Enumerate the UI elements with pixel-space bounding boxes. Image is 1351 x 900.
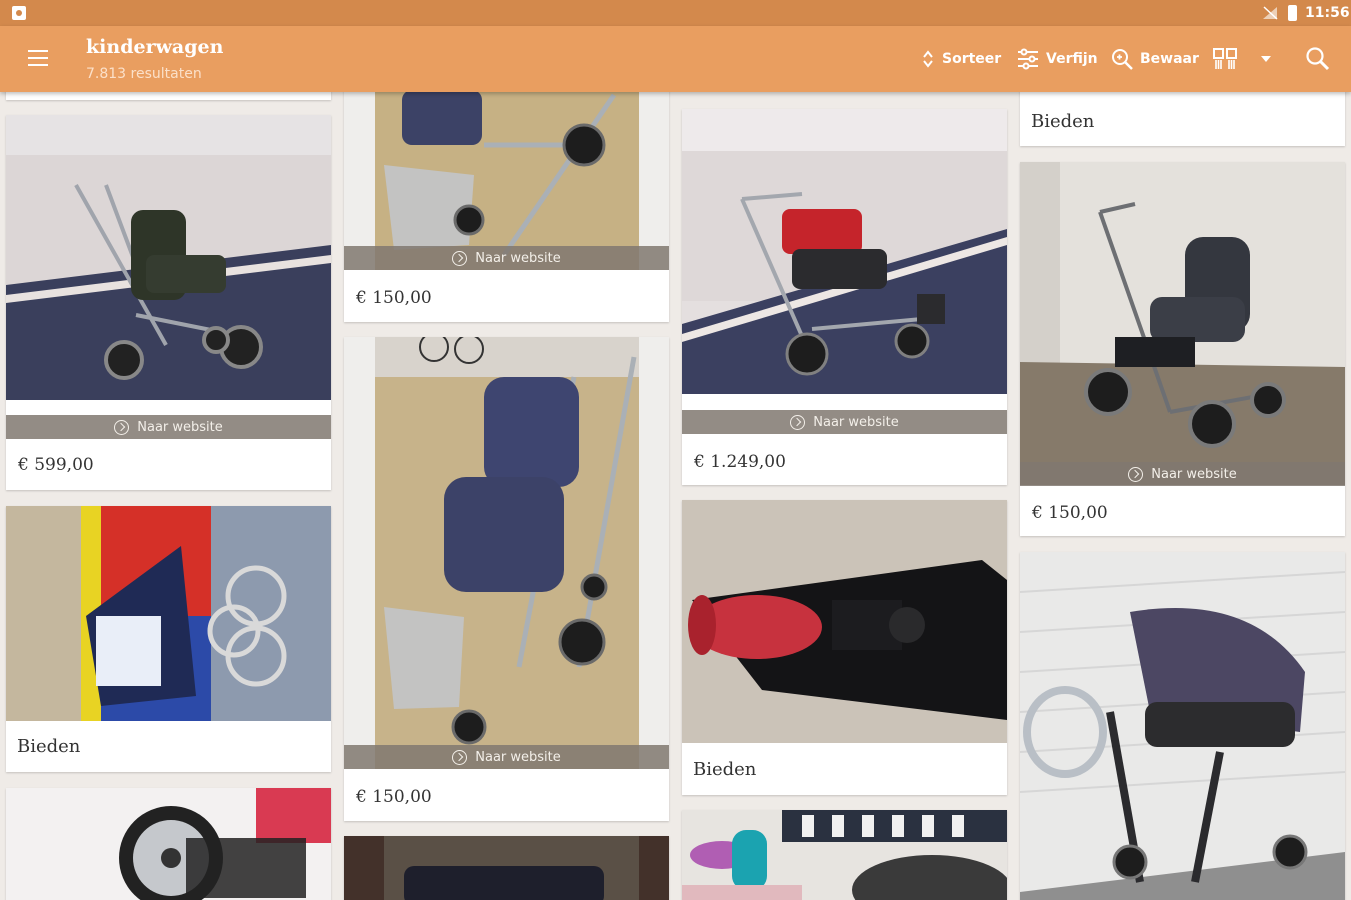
to-website-link[interactable]: Naar website <box>344 745 669 769</box>
to-website-link[interactable]: Naar website <box>1020 462 1345 486</box>
listing-card[interactable]: Bieden <box>1020 85 1345 146</box>
listing-card[interactable]: Bieden <box>682 500 1007 795</box>
listing-price: € 150,00 <box>356 288 432 308</box>
signal-icon <box>1263 6 1278 20</box>
filter-label: Verfijn <box>1046 51 1098 67</box>
to-website-label: Naar website <box>475 250 561 266</box>
listing-photo[interactable] <box>682 500 1007 743</box>
listing-card[interactable]: Naar website € 599,00 <box>6 115 331 490</box>
filter-button[interactable]: Verfijn <box>1016 47 1098 71</box>
to-website-label: Naar website <box>475 749 561 765</box>
listing-photo[interactable] <box>682 109 1007 394</box>
listing-card[interactable]: Naar website € 150,00 <box>344 85 669 322</box>
to-website-link[interactable]: Naar website <box>6 415 331 439</box>
listing-photo[interactable] <box>682 810 1007 900</box>
sort-label: Sorteer <box>942 51 1002 67</box>
listing-photo[interactable] <box>6 506 331 721</box>
menu-icon[interactable] <box>28 50 48 66</box>
listing-card[interactable]: Bieden <box>6 506 331 772</box>
result-count: 7.813 resultaten <box>86 66 202 82</box>
search-icon <box>1306 47 1330 71</box>
listing-photo[interactable] <box>1020 552 1345 900</box>
compare-button[interactable] <box>1212 47 1244 71</box>
save-search-icon <box>1112 49 1133 70</box>
listing-photo[interactable] <box>1020 162 1345 485</box>
listing-photo[interactable] <box>344 85 669 270</box>
external-link-icon <box>452 749 468 765</box>
listing-price: Bieden <box>1031 111 1095 132</box>
dropdown-button[interactable] <box>1260 47 1278 71</box>
notification-icon <box>12 6 26 20</box>
search-button[interactable] <box>1305 47 1337 71</box>
listing-price: € 1.249,00 <box>694 452 786 472</box>
listing-price: Bieden <box>693 759 757 780</box>
app-bar: kinderwagen 7.813 resultaten Sorteer Ver… <box>0 26 1351 92</box>
dropdown-icon <box>1261 56 1271 62</box>
to-website-link[interactable]: Naar website <box>344 246 669 270</box>
listing-price: € 150,00 <box>1032 503 1108 523</box>
status-bar: 11:56 <box>0 0 1351 26</box>
save-search-label: Bewaar <box>1140 51 1199 67</box>
filter-icon <box>1018 48 1038 70</box>
listing-card[interactable]: Naar website € 1.249,00 <box>682 109 1007 485</box>
listing-card[interactable]: Naar website € 150,00 <box>1020 162 1345 536</box>
page-title: kinderwagen <box>86 36 224 58</box>
listing-photo[interactable] <box>344 337 669 769</box>
listing-photo[interactable] <box>6 115 331 400</box>
listing-card[interactable] <box>6 788 331 900</box>
listing-price: € 599,00 <box>18 455 94 475</box>
to-website-label: Naar website <box>813 414 899 430</box>
listing-card[interactable] <box>682 810 1007 900</box>
listing-card[interactable] <box>1020 552 1345 900</box>
external-link-icon <box>790 414 806 430</box>
sort-button[interactable]: Sorteer <box>920 47 1001 71</box>
compare-icon <box>1213 48 1237 69</box>
external-link-icon <box>114 419 130 435</box>
external-link-icon <box>452 250 468 266</box>
listing-price: Bieden <box>17 736 81 757</box>
to-website-label: Naar website <box>1151 466 1237 482</box>
external-link-icon <box>1128 466 1144 482</box>
to-website-label: Naar website <box>137 419 223 435</box>
sort-icon <box>923 50 933 68</box>
clock: 11:56 <box>1305 5 1350 21</box>
battery-icon <box>1288 5 1297 21</box>
listing-photo[interactable] <box>6 788 331 900</box>
to-website-link[interactable]: Naar website <box>682 410 1007 434</box>
listing-card[interactable]: Naar website € 150,00 <box>344 337 669 821</box>
listing-photo[interactable] <box>344 836 669 900</box>
save-search-button[interactable]: Bewaar <box>1110 47 1199 71</box>
listing-card[interactable] <box>344 836 669 900</box>
listing-price: € 150,00 <box>356 787 432 807</box>
